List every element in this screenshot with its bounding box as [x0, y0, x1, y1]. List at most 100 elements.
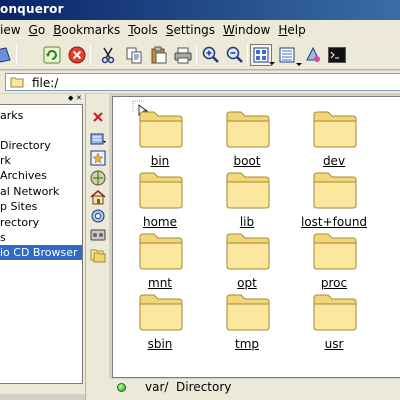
file-name: lost+found	[300, 215, 368, 229]
stop-button[interactable]	[66, 44, 88, 66]
sidebar-item[interactable]: p Sites	[0, 199, 37, 214]
history-tab[interactable]	[89, 130, 107, 148]
sidebar-panel: ◆ ✕ arks Directory rk Archives al Networ…	[0, 94, 85, 394]
network-tab[interactable]	[89, 169, 107, 187]
close-sidebar-button[interactable]	[89, 108, 107, 126]
history-icon	[90, 133, 106, 145]
file-item[interactable]: opt	[207, 232, 287, 292]
menu-go-mnemonic: G	[28, 23, 38, 37]
zoom-in-button[interactable]	[200, 44, 222, 66]
status-bar-left	[90, 379, 109, 400]
menu-view[interactable]: iew	[0, 20, 25, 40]
sidebar-item[interactable]: rk	[0, 153, 11, 168]
file-name: mnt	[148, 276, 172, 290]
bookmarks-tree: arks Directory rk Archives al Network p …	[0, 104, 83, 384]
sidebar-item[interactable]: arks	[0, 108, 23, 123]
paste-icon	[151, 46, 167, 64]
file-item[interactable]: tmp	[207, 293, 287, 353]
copy-button[interactable]	[123, 44, 145, 66]
file-item[interactable]: lib	[207, 171, 287, 231]
folder-icon	[139, 232, 183, 273]
menu-window-mnemonic: W	[223, 23, 235, 37]
close-icon	[93, 112, 103, 122]
stop-icon	[68, 46, 86, 64]
services-tab[interactable]	[89, 207, 107, 225]
window-title: onqueror	[0, 2, 64, 16]
menu-settings[interactable]: Settings	[162, 20, 219, 40]
file-item[interactable]: lost+found	[294, 171, 374, 231]
status-bar: var/ Directory	[109, 379, 400, 400]
detail-view-button[interactable]	[276, 44, 302, 66]
main-toolbar	[0, 40, 400, 70]
sidebar-tab-strip	[85, 94, 109, 400]
sidebar-item-selected[interactable]: io CD Browser	[0, 245, 82, 260]
print-button[interactable]	[172, 44, 194, 66]
file-icon-view[interactable]: bin boot dev home lib lost+found mnt opt proc sbi…	[112, 96, 400, 378]
folder-icon	[139, 110, 183, 151]
icon-view-icon	[253, 47, 269, 63]
toolbar-separator	[247, 45, 248, 65]
cut-button[interactable]	[97, 44, 119, 66]
sidebar-item[interactable]: s	[0, 230, 6, 245]
menu-tools-label: ools	[133, 23, 158, 37]
file-name: sbin	[147, 337, 173, 351]
file-name: home	[142, 215, 178, 229]
location-text: file:/	[32, 76, 59, 90]
file-item[interactable]: usr	[294, 293, 374, 353]
security-button[interactable]	[302, 44, 324, 66]
menu-bar: iew Go Bookmarks Tools Settings Window H…	[0, 20, 400, 40]
services-icon	[91, 209, 105, 223]
home-icon	[90, 190, 106, 205]
menu-bookmarks[interactable]: Bookmarks	[49, 20, 124, 40]
icon-view-button[interactable]	[250, 44, 275, 66]
folders-tab[interactable]	[89, 246, 107, 264]
folder-icon	[139, 293, 183, 334]
sidebar-item[interactable]: Directory	[0, 138, 51, 153]
bookmarks-icon	[90, 150, 106, 166]
close-icon[interactable]: ✕	[76, 95, 83, 102]
file-item[interactable]: bin	[120, 110, 200, 170]
home-tab[interactable]	[89, 188, 107, 206]
zoom-out-button[interactable]	[224, 44, 246, 66]
file-name: bin	[150, 154, 170, 168]
file-item[interactable]: boot	[207, 110, 287, 170]
file-name: tmp	[234, 337, 259, 351]
toolbar-separator	[196, 45, 197, 65]
location-input[interactable]: file:/	[5, 73, 400, 91]
menu-tools[interactable]: Tools	[124, 20, 162, 40]
print-icon	[174, 47, 192, 64]
file-item[interactable]: dev	[294, 110, 374, 170]
terminal-button[interactable]	[326, 44, 348, 66]
menu-window[interactable]: Window	[219, 20, 274, 40]
sidebar-item[interactable]: al Network	[0, 184, 59, 199]
sidebar-item[interactable]: rectory	[0, 215, 39, 230]
file-item[interactable]: sbin	[120, 293, 200, 353]
reload-button[interactable]	[41, 44, 63, 66]
folder-icon	[226, 110, 270, 151]
float-icon[interactable]: ◆	[68, 95, 75, 102]
menu-help[interactable]: Help	[274, 20, 309, 40]
folder-icon	[10, 76, 24, 91]
view-icon[interactable]	[0, 44, 14, 66]
menu-settings-label: ettings	[173, 23, 216, 37]
file-item[interactable]: mnt	[120, 232, 200, 292]
file-item[interactable]: proc	[294, 232, 374, 292]
devices-tab[interactable]	[89, 226, 107, 244]
location-bar: file:/	[0, 71, 400, 93]
status-text: var/ Directory	[145, 380, 232, 394]
menu-go[interactable]: Go	[25, 20, 50, 40]
menu-help-label: elp	[287, 23, 306, 37]
file-item[interactable]: home	[120, 171, 200, 231]
file-name: boot	[233, 154, 261, 168]
folder-icon	[313, 293, 357, 334]
devices-icon	[90, 229, 106, 241]
file-name: lib	[239, 215, 255, 229]
paste-button[interactable]	[148, 44, 170, 66]
zoom-out-icon	[226, 46, 243, 63]
security-icon	[306, 46, 320, 62]
sidebar-item[interactable]: Archives	[0, 168, 47, 183]
folder-icon	[139, 171, 183, 212]
file-name: dev	[322, 154, 346, 168]
folder-icon	[313, 110, 357, 151]
bookmarks-tab[interactable]	[89, 149, 107, 167]
